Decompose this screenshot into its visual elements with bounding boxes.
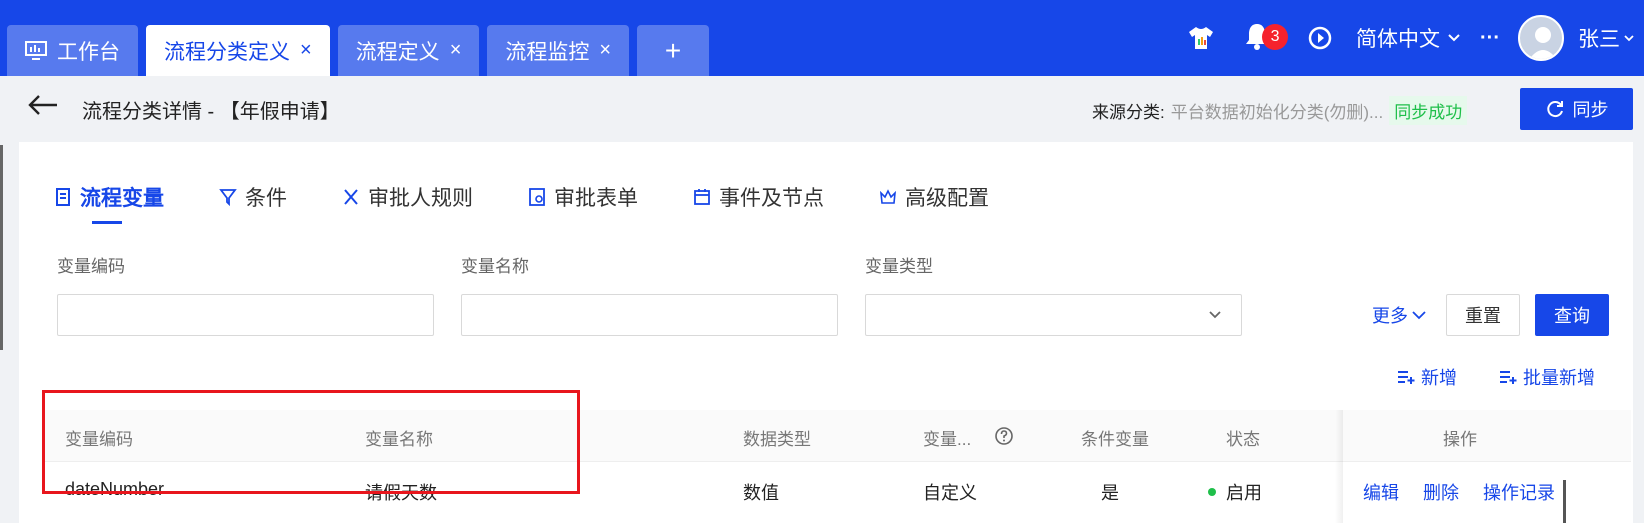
th-data-type: 数据类型 [743, 430, 811, 449]
variable-code-input[interactable] [57, 294, 434, 336]
user-name: 张三 [1578, 28, 1620, 51]
more-filters-label: 更多 [1372, 306, 1408, 326]
sync-status-badge: 同步成功 [1389, 96, 1468, 125]
tab-workbench[interactable]: 工作台 [7, 25, 138, 76]
language-select[interactable]: 简体中文 [1356, 23, 1460, 53]
page-header: 流程分类详情 - 【年假申请】 来源分类: 平台数据初始化分类(勿删)... 同… [0, 76, 1644, 142]
operation-log-link[interactable]: 操作记录 [1483, 479, 1555, 505]
cell-condition-variable: 是 [1101, 483, 1119, 503]
refresh-icon [1546, 101, 1563, 118]
filter-type-label: 变量类型 [865, 257, 933, 276]
add-tab-button[interactable]: + [637, 25, 710, 76]
status-dot [1208, 488, 1216, 496]
left-scrollbar[interactable] [0, 145, 3, 350]
tab-process-category[interactable]: 流程分类定义 × [146, 25, 330, 76]
play-circle-icon[interactable] [1308, 26, 1332, 50]
tab-label: 条件 [245, 187, 287, 210]
filter-code-label: 变量编码 [57, 257, 125, 276]
tools-icon [344, 189, 358, 205]
close-icon[interactable]: × [599, 39, 611, 62]
calendar-icon [694, 189, 710, 205]
tab-label: 审批表单 [554, 187, 638, 210]
tab-advanced-config[interactable]: 高级配置 [879, 182, 989, 212]
tab-label: 流程监控 [505, 40, 590, 64]
back-arrow-icon[interactable] [27, 94, 59, 116]
th-operations: 操作 [1443, 430, 1477, 449]
monitor-icon [25, 40, 47, 60]
tab-label: 流程定义 [355, 40, 440, 64]
tab-events-nodes[interactable]: 事件及节点 [693, 182, 824, 212]
variable-name-input[interactable] [461, 294, 838, 336]
document-icon [56, 188, 70, 206]
tab-strip: 工作台 流程分类定义 × 流程定义 × 流程监控 × + [7, 25, 710, 76]
cell-variable-type: 自定义 [923, 483, 977, 503]
tab-label: 流程分类定义 [164, 40, 290, 64]
variable-type-select[interactable] [865, 294, 1242, 336]
tab-conditions[interactable]: 条件 [219, 182, 287, 212]
tab-label: 高级配置 [905, 187, 989, 210]
user-menu[interactable]: 张三 [1578, 23, 1634, 53]
filter-name-label: 变量名称 [461, 257, 529, 276]
close-icon[interactable]: × [450, 39, 462, 62]
query-button[interactable]: 查询 [1535, 294, 1609, 336]
add-button-label: 新增 [1421, 368, 1457, 388]
th-condition-variable: 条件变量 [1081, 430, 1149, 449]
avatar[interactable] [1518, 15, 1564, 61]
chevron-down-icon [1209, 311, 1221, 319]
source-category: 来源分类: 平台数据初始化分类(勿删)... 同步成功 [1092, 96, 1468, 125]
close-icon[interactable]: × [300, 39, 312, 62]
chevron-down-icon [1624, 34, 1634, 41]
tab-label: 流程变量 [80, 187, 164, 210]
tab-process-variables[interactable]: 流程变量 [54, 182, 164, 224]
batch-add-button[interactable]: 批量新增 [1499, 364, 1595, 390]
sub-tabs: 流程变量 条件 审批人规则 审批表单 事件及节点 高级配置 [54, 182, 1044, 224]
form-icon [529, 188, 545, 206]
tab-label: 审批人规则 [368, 187, 473, 210]
scrollbar[interactable] [1563, 480, 1566, 523]
batch-add-button-label: 批量新增 [1523, 368, 1595, 388]
top-right-toolbar: 3 简体中文 ··· 张三 [1186, 0, 1644, 76]
add-list-icon [1398, 371, 1415, 384]
tab-approver-rules[interactable]: 审批人规则 [342, 182, 473, 212]
top-bar: 工作台 流程分类定义 × 流程定义 × 流程监控 × + 3 简体中文 ··· … [0, 0, 1644, 76]
delete-link[interactable]: 删除 [1423, 479, 1459, 505]
tab-label: 工作台 [57, 40, 120, 64]
filter-icon [219, 189, 237, 207]
crown-icon [879, 189, 897, 204]
source-label: 来源分类: [1092, 103, 1165, 122]
page-title: 流程分类详情 - 【年假申请】 [82, 101, 340, 123]
cell-status: 启用 [1226, 483, 1262, 503]
tab-process-definition[interactable]: 流程定义 × [337, 25, 480, 76]
tab-approval-form[interactable]: 审批表单 [528, 182, 638, 212]
plus-icon: + [664, 34, 682, 66]
highlight-box [42, 390, 580, 494]
main-card: 流程变量 条件 审批人规则 审批表单 事件及节点 高级配置 变量编码 变量名称 … [19, 142, 1633, 523]
edit-link[interactable]: 编辑 [1363, 479, 1399, 505]
sync-button[interactable]: 同步 [1520, 88, 1633, 130]
add-list-icon [1500, 371, 1517, 384]
more-filters-button[interactable]: 更多 [1372, 294, 1426, 336]
tab-label: 事件及节点 [719, 187, 824, 210]
more-menu-button[interactable]: ··· [1480, 27, 1500, 50]
th-variable-type: 变量... [923, 430, 972, 449]
chevron-down-icon [1448, 34, 1460, 42]
skin-icon[interactable] [1186, 25, 1216, 51]
tab-process-monitor[interactable]: 流程监控 × [487, 25, 630, 76]
notification-badge: 3 [1262, 24, 1289, 50]
sync-button-label: 同步 [1572, 100, 1609, 120]
cell-data-type: 数值 [743, 483, 779, 503]
chevron-down-icon [1412, 310, 1426, 319]
language-label: 简体中文 [1356, 28, 1441, 51]
help-icon[interactable] [994, 426, 1014, 446]
add-button[interactable]: 新增 [1397, 364, 1457, 390]
th-status: 状态 [1226, 430, 1260, 449]
source-value: 平台数据初始化分类(勿删)... [1170, 103, 1384, 122]
reset-button[interactable]: 重置 [1446, 294, 1520, 336]
notification-bell[interactable]: 3 [1242, 18, 1289, 58]
